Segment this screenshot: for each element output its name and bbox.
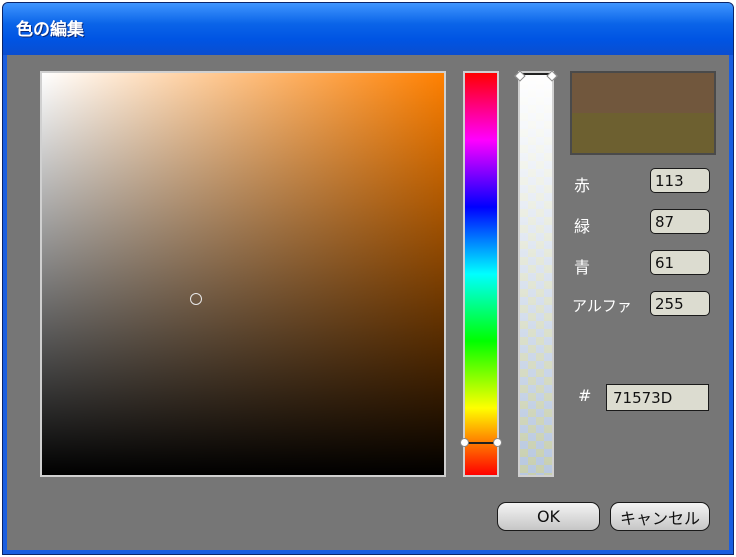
preview-new-color <box>572 73 714 113</box>
cancel-button[interactable]: キャンセル <box>610 502 710 531</box>
alpha-slider-handle[interactable] <box>518 73 554 75</box>
preview-old-color <box>572 113 714 153</box>
green-label: 緑 <box>574 217 591 236</box>
color-preview <box>570 71 716 155</box>
alpha-slider[interactable] <box>518 71 554 477</box>
hex-input[interactable] <box>606 384 709 411</box>
green-input[interactable] <box>650 209 710 234</box>
alpha-input[interactable] <box>650 291 710 316</box>
red-input[interactable] <box>650 168 710 193</box>
saturation-value-picker[interactable] <box>40 71 446 477</box>
blue-input[interactable] <box>650 250 710 275</box>
title-bar[interactable]: 色の編集 <box>3 3 733 55</box>
window-frame-bottom <box>3 550 733 554</box>
sv-picker-marker[interactable] <box>189 293 202 306</box>
blue-label: 青 <box>574 258 591 277</box>
hue-slider-handle[interactable] <box>460 437 502 447</box>
alpha-label: アルファ <box>572 297 632 315</box>
window-frame-left <box>3 55 7 554</box>
red-label: 赤 <box>574 176 591 195</box>
hue-slider[interactable] <box>460 71 502 477</box>
hex-label: # <box>578 386 592 405</box>
window-frame-right <box>729 55 733 554</box>
ok-button[interactable]: OK <box>497 502 600 531</box>
dialog-title: 色の編集 <box>16 20 84 40</box>
